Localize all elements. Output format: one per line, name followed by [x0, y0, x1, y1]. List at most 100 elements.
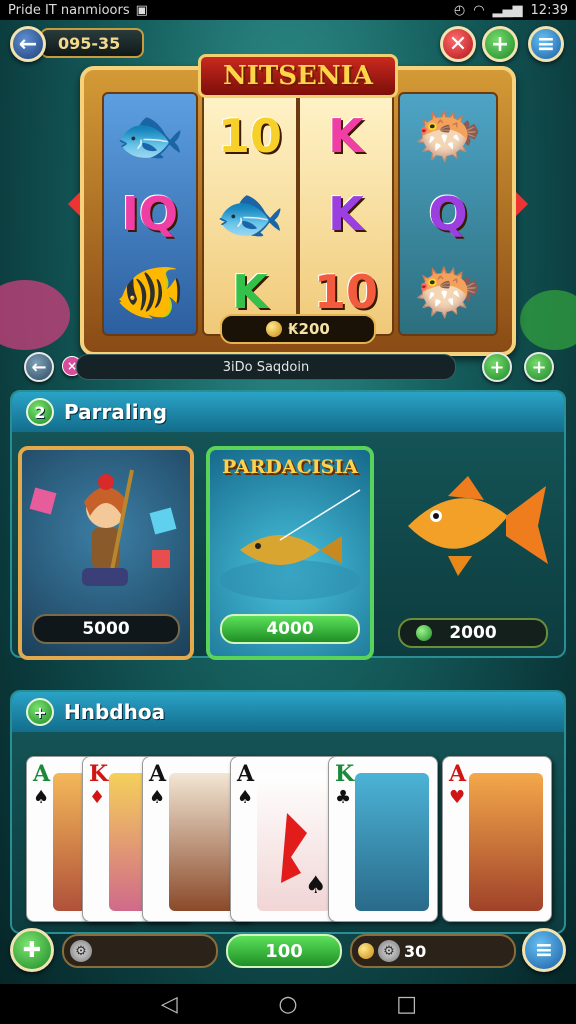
bottom-menu-button[interactable]: ≡: [522, 928, 566, 972]
fish-symbol-icon: 🐟: [215, 182, 285, 247]
card-suit: ♦: [89, 787, 106, 808]
status-time: 12:39: [530, 2, 568, 18]
reel-symbol: Q: [428, 187, 468, 241]
bet-value: 100: [265, 940, 303, 962]
card-rank: A: [33, 761, 51, 787]
reel-2: 10 🐟 K: [202, 92, 298, 336]
card-suit: ♥: [449, 787, 466, 808]
menu-icon: ≡: [534, 937, 554, 963]
left-arrow-icon: ←: [31, 356, 47, 378]
slot-title: NITSENIA: [198, 54, 398, 98]
credits-pill[interactable]: ⚙ 30: [350, 934, 516, 968]
plus-button-2[interactable]: +: [524, 352, 554, 382]
panel-badge: 2: [26, 398, 54, 426]
status-left: Pride IT nanmioors ▣: [8, 3, 148, 18]
plus-icon: +: [489, 356, 505, 378]
fish-symbol-icon: 🐠: [115, 260, 185, 325]
slot-right-arrow-icon[interactable]: [516, 192, 528, 216]
card-rank: A: [237, 761, 255, 787]
card-art: [469, 773, 543, 911]
coin-balance: 095-35: [40, 28, 144, 58]
notification-icon: ▣: [135, 2, 148, 18]
warrior-girl-illustration: [29, 469, 177, 586]
win-amount: ₭200: [220, 314, 376, 344]
tile-3-value-bar: 2000: [398, 618, 548, 648]
reel-1: 🐟 IQ 🐠: [102, 92, 198, 336]
coin-icon: [266, 321, 283, 337]
fish-symbol-icon: 🐡: [413, 104, 483, 169]
cards-panel: + Hnbdhoa A ♠ K ♦ A ♠ A ♠ ♠ K ♣ A ♥: [10, 690, 566, 934]
game-tile-1[interactable]: 5000: [18, 446, 194, 660]
reel-symbol: K: [328, 109, 364, 163]
status-app-text: Pride IT nanmioors: [8, 2, 130, 18]
games-panel-header: 2 Parraling: [12, 392, 564, 432]
reel-symbol: IQ: [121, 187, 179, 241]
slot-machine[interactable]: 🐟 IQ 🐠 10 🐟 K K K 10 🐡 Q 🐡 ₭200: [68, 66, 528, 356]
game-tile-2[interactable]: PARDACISIA 4000: [206, 446, 374, 660]
win-amount-value: ₭200: [288, 320, 330, 338]
menu-button[interactable]: ≡: [528, 26, 564, 62]
back-arrow-icon: ←: [18, 31, 38, 57]
fish-symbol-icon: 🐟: [115, 104, 185, 169]
tile-2-value: 4000: [220, 614, 360, 644]
menu-icon: ≡: [536, 31, 556, 57]
cards-panel-header: + Hnbdhoa: [12, 692, 564, 732]
games-panel-title: Parraling: [64, 400, 168, 424]
card-art: [355, 773, 429, 911]
bottom-plus-button[interactable]: ✚: [10, 928, 54, 972]
card-suit: ♠: [149, 787, 166, 808]
reel-symbol: 10: [217, 109, 282, 163]
settings-pill[interactable]: ⚙: [62, 934, 218, 968]
status-right: ◴ ◠ ▂▄▆ 12:39: [454, 3, 568, 18]
add-button[interactable]: +: [482, 26, 518, 62]
bet-button[interactable]: 100: [226, 934, 342, 968]
card-rank: K: [89, 761, 109, 787]
game-tile-3[interactable]: 2000: [388, 446, 558, 660]
tile-2-title: PARDACISIA: [221, 456, 358, 478]
playing-card[interactable]: A ♠ ♠: [230, 756, 340, 922]
slot-info-bar: 3iDo Saqdoin: [76, 354, 456, 380]
games-panel: 2 Parraling 5000 PARDACISIA 4000 2000: [10, 390, 566, 660]
credits-value: 30: [404, 941, 427, 961]
tile-3-value: 2000: [449, 623, 497, 643]
tile-1-value: 5000: [32, 614, 180, 644]
cards-panel-title: Hnbdhoa: [64, 700, 166, 724]
signal-icon: ▂▄▆: [492, 2, 523, 18]
system-nav-bar: ◁ ○ □: [0, 984, 576, 1024]
nav-home-icon[interactable]: ○: [277, 992, 299, 1017]
fishing-illustration: [220, 489, 361, 600]
close-button[interactable]: ✕: [440, 26, 476, 62]
arrow-button-left[interactable]: ←: [24, 352, 54, 382]
reel-symbol: K: [328, 187, 364, 241]
plus-icon: +: [531, 356, 547, 378]
heart-spade-art: ♠: [281, 813, 327, 899]
nav-recents-icon[interactable]: □: [396, 992, 418, 1017]
card-rank: A: [149, 761, 167, 787]
playing-card[interactable]: A ♥: [442, 756, 552, 922]
green-gem-icon: [416, 625, 432, 641]
alarm-icon: ◴: [453, 2, 466, 18]
wifi-icon: ◠: [473, 2, 485, 18]
card-art: ♠: [257, 773, 331, 911]
playing-card[interactable]: K ♣: [328, 756, 438, 922]
coin-icon: [358, 943, 374, 959]
fish-symbol-icon: 🐡: [413, 260, 483, 325]
settings-icon: ⚙: [378, 940, 400, 962]
goldfish-illustration: [408, 476, 548, 576]
card-row: A ♠ K ♦ A ♠ A ♠ ♠ K ♣ A ♥: [26, 746, 556, 926]
reel-4: 🐡 Q 🐡: [398, 92, 498, 336]
plus-icon: +: [490, 31, 510, 57]
nav-back-icon[interactable]: ◁: [158, 992, 180, 1017]
bottom-bar: ✚ ⚙ 100 ⚙ 30 ≡: [0, 926, 576, 978]
card-suit: ♣: [335, 787, 352, 808]
svg-text:♠: ♠: [305, 871, 327, 899]
plus-button-1[interactable]: +: [482, 352, 512, 382]
close-icon: ✕: [448, 31, 468, 57]
card-rank: A: [449, 761, 467, 787]
plus-icon: ✚: [22, 937, 42, 963]
panel-badge-plus-icon: +: [26, 698, 54, 726]
slot-left-arrow-icon[interactable]: [68, 192, 80, 216]
slot-info-text: 3iDo Saqdoin: [222, 359, 310, 375]
back-button[interactable]: ←: [10, 26, 46, 62]
card-suit: ♠: [237, 787, 254, 808]
